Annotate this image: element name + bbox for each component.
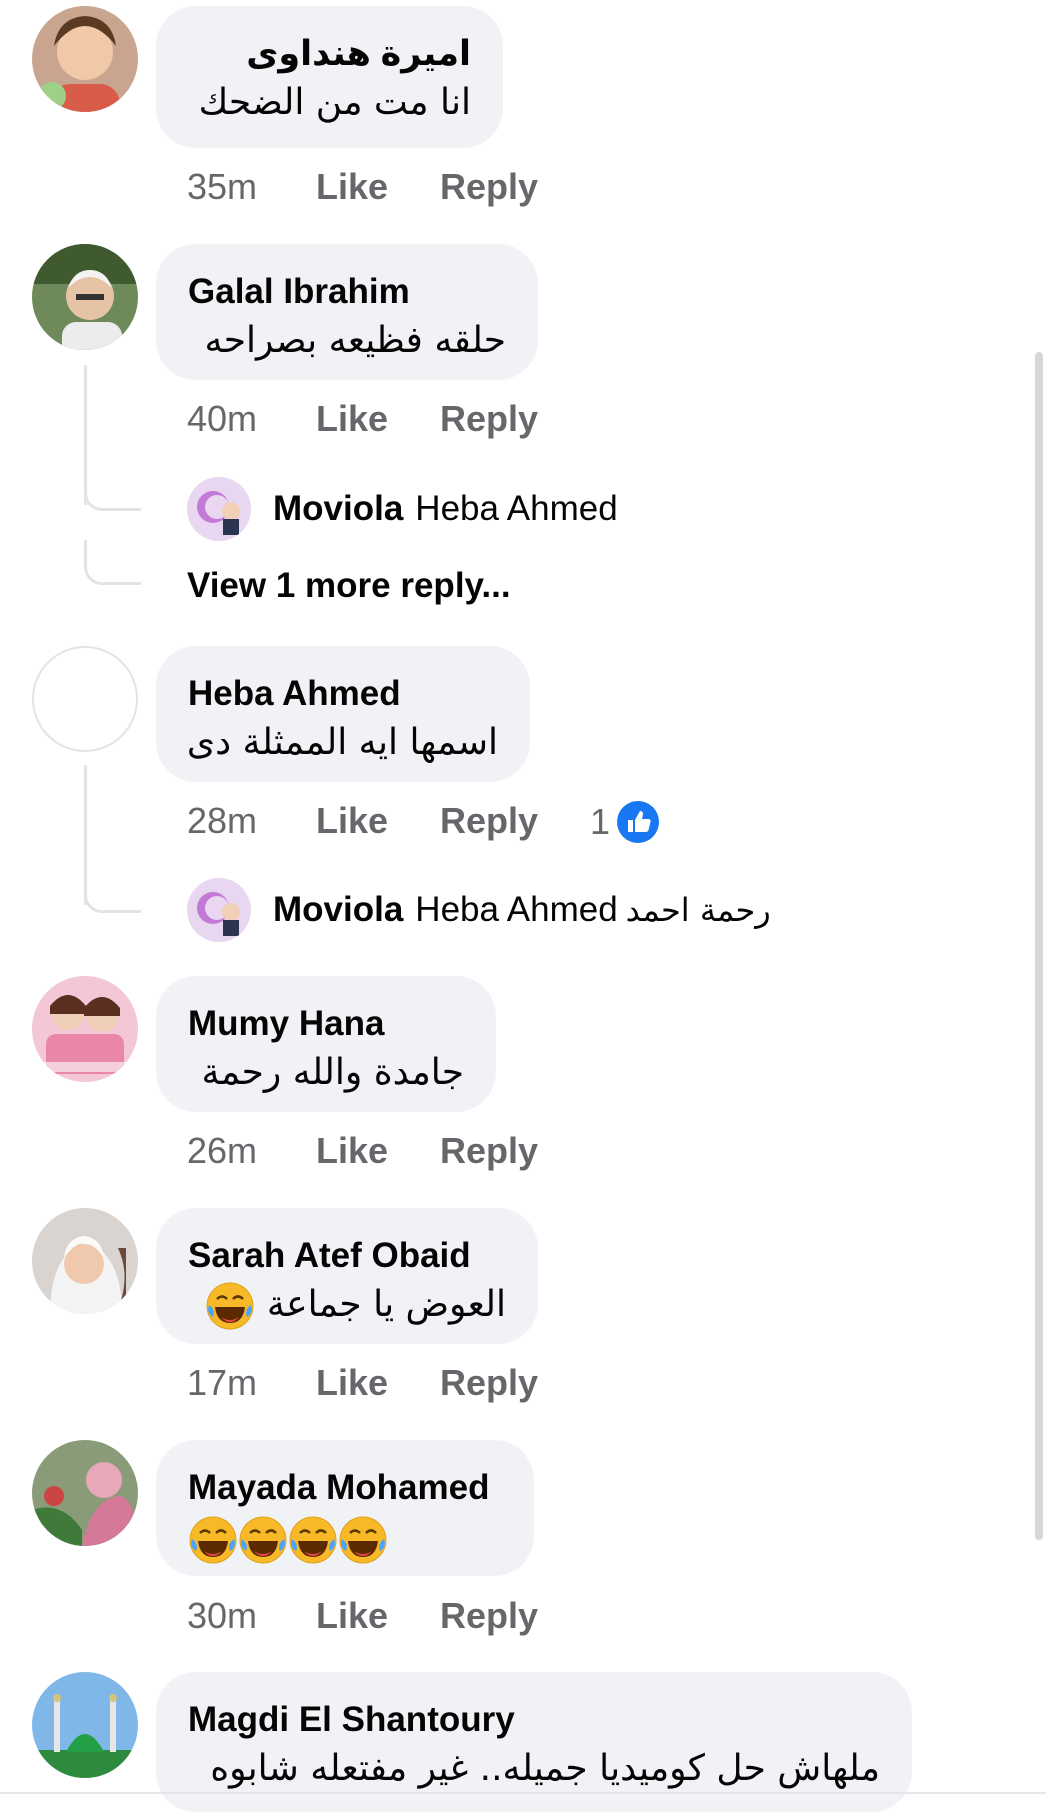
laughing-tears-icon <box>338 1515 388 1565</box>
comment-bubble: Sarah Atef Obaid العوض يا جماعة <box>156 1208 538 1344</box>
like-button[interactable]: Like <box>316 166 388 208</box>
like-button[interactable]: Like <box>316 1130 388 1172</box>
comment-time[interactable]: 35m <box>187 166 257 208</box>
comment-time[interactable]: 17m <box>187 1362 257 1404</box>
comment-bubble: Mayada Mohamed <box>156 1440 534 1576</box>
view-more-replies-link[interactable]: View 1 more reply... <box>187 566 511 606</box>
avatar[interactable] <box>32 976 138 1082</box>
commenter-name[interactable]: Magdi El Shantoury <box>188 1698 880 1742</box>
thread-branch <box>84 880 141 913</box>
comment-text: اسمها ايه الممثلة دى <box>186 722 498 763</box>
moviola-avatar <box>187 878 251 942</box>
commenter-name[interactable]: Sarah Atef Obaid <box>188 1234 506 1278</box>
moviola-avatar <box>187 477 251 541</box>
comment-time[interactable]: 40m <box>187 398 257 440</box>
laughing-tears-icon <box>238 1515 288 1565</box>
avatar[interactable] <box>32 1440 138 1546</box>
comment-text: جامدة والله رحمة <box>201 1052 464 1093</box>
like-reaction-icon <box>617 801 660 843</box>
reply-preview[interactable]: Moviola Heba Ahmed <box>187 477 618 541</box>
like-button[interactable]: Like <box>316 800 388 842</box>
comment-time[interactable]: 26m <box>187 1130 257 1172</box>
commenter-name[interactable]: Mumy Hana <box>188 1002 464 1046</box>
reply-text: رحمة احمد <box>625 891 771 929</box>
avatar[interactable] <box>32 244 138 350</box>
comment-bubble: Galal Ibrahim حلقه فظيعه بصراحه <box>156 244 538 380</box>
laughing-tears-icon <box>205 1281 255 1331</box>
reply-author[interactable]: Moviola <box>273 489 403 529</box>
reaction-summary[interactable]: 1 <box>590 800 660 844</box>
reply-author[interactable]: Moviola <box>273 890 403 930</box>
reply-mention[interactable]: Heba Ahmed <box>415 890 617 930</box>
avatar[interactable] <box>32 646 138 752</box>
comment-time[interactable]: 30m <box>187 1595 257 1637</box>
avatar[interactable] <box>32 1208 138 1314</box>
laughing-tears-icon <box>188 1515 238 1565</box>
reply-preview[interactable]: Moviola Heba Ahmed رحمة احمد <box>187 878 771 942</box>
reply-button[interactable]: Reply <box>440 166 538 208</box>
commenter-name[interactable]: Mayada Mohamed <box>188 1466 502 1510</box>
thread-branch <box>84 480 141 511</box>
comment-text: العوض يا جماعة <box>188 1278 506 1332</box>
commenter-name[interactable]: Heba Ahmed <box>188 672 498 716</box>
reply-button[interactable]: Reply <box>440 800 538 842</box>
thread-branch <box>84 540 141 585</box>
reaction-count: 1 <box>590 801 611 842</box>
laughing-tears-icon <box>288 1515 338 1565</box>
like-button[interactable]: Like <box>316 1362 388 1404</box>
comment-time[interactable]: 28m <box>187 800 257 842</box>
reply-button[interactable]: Reply <box>440 398 538 440</box>
scrollbar[interactable] <box>1035 352 1043 1540</box>
comment-bubble: اميرة هنداوى انا مت من الضحك <box>156 6 503 148</box>
reply-mention[interactable]: Heba Ahmed <box>415 489 617 529</box>
comment-text: ملهاش حل كوميديا جميله.. غير مفتعله شابو… <box>210 1748 880 1789</box>
divider <box>0 1792 1046 1794</box>
comment-emojis <box>188 1510 502 1566</box>
comment-bubble: Magdi El Shantoury ملهاش حل كوميديا جميل… <box>156 1672 912 1812</box>
like-button[interactable]: Like <box>316 1595 388 1637</box>
comment-text: انا مت من الضحك <box>198 82 471 123</box>
commenter-name[interactable]: اميرة هنداوى <box>188 32 471 76</box>
avatar[interactable] <box>32 6 138 112</box>
like-button[interactable]: Like <box>316 398 388 440</box>
reply-button[interactable]: Reply <box>440 1362 538 1404</box>
comment-bubble: Mumy Hana جامدة والله رحمة <box>156 976 496 1112</box>
avatar[interactable] <box>32 1672 138 1778</box>
reply-button[interactable]: Reply <box>440 1130 538 1172</box>
commenter-name[interactable]: Galal Ibrahim <box>188 270 506 314</box>
comment-bubble: Heba Ahmed اسمها ايه الممثلة دى <box>156 646 530 782</box>
comment-text-body: العوض يا جماعة <box>266 1284 506 1325</box>
comment-text: حلقه فظيعه بصراحه <box>204 320 507 361</box>
reply-button[interactable]: Reply <box>440 1595 538 1637</box>
